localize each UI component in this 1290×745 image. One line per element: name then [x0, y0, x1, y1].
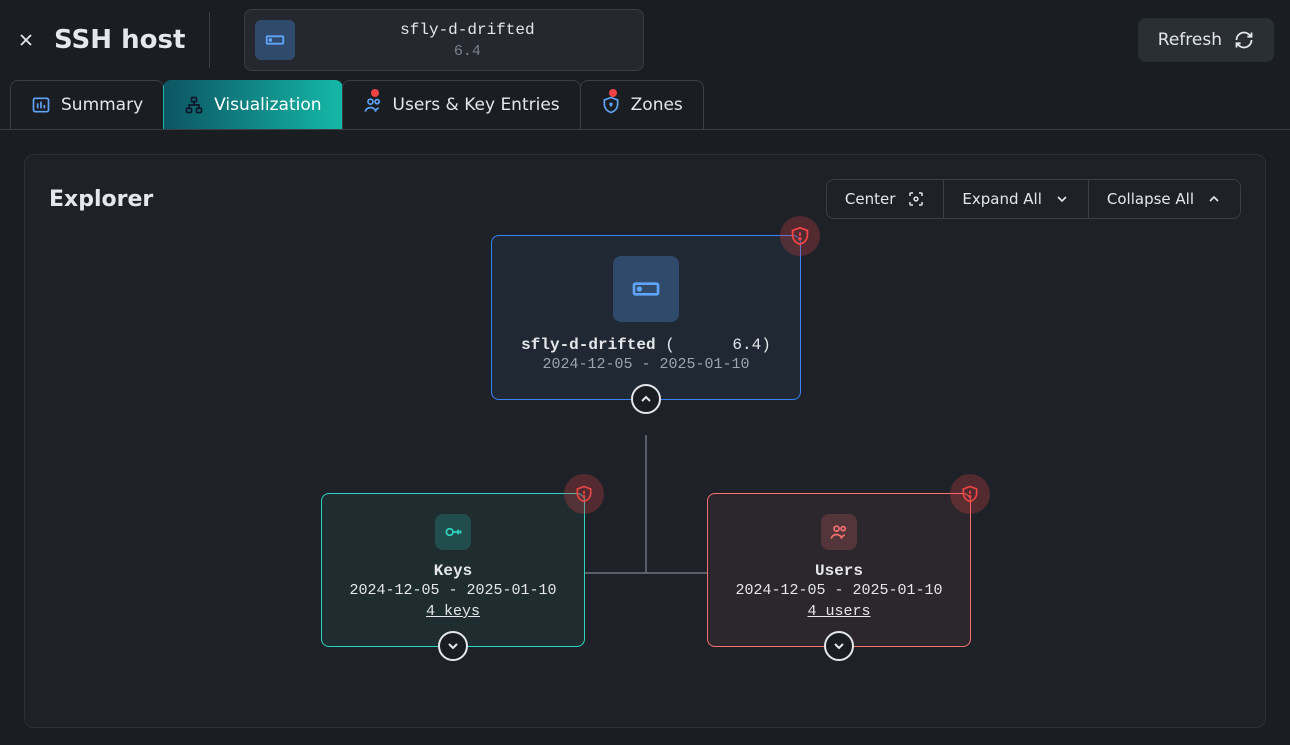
users-icon-box [821, 514, 857, 550]
panel-title: Explorer [49, 187, 153, 212]
close-icon [16, 30, 36, 50]
tab-visualization-label: Visualization [214, 95, 321, 115]
tab-zones-label: Zones [631, 95, 683, 115]
chevron-down-icon [831, 638, 847, 654]
refresh-button[interactable]: Refresh [1138, 18, 1274, 62]
node-users[interactable]: Users 2024-12-05 - 2025-01-10 4 users [707, 493, 971, 647]
header-left: SSH host [16, 12, 210, 68]
host-text: sfly-d-drifted 6.4 [309, 21, 625, 60]
node-keys[interactable]: Keys 2024-12-05 - 2025-01-10 4 keys [321, 493, 585, 647]
node-host-version: 6.4 [732, 336, 761, 354]
alert-badge [780, 216, 820, 256]
node-host-toggle[interactable] [631, 384, 661, 414]
expand-all-button[interactable]: Expand All [944, 180, 1088, 218]
alert-badge [564, 474, 604, 514]
key-icon [443, 522, 463, 542]
center-label: Center [845, 190, 896, 208]
node-keys-toggle[interactable] [438, 631, 468, 661]
node-host-title: sfly-d-drifted ( 6.4) [512, 336, 780, 354]
node-host-dates: 2024-12-05 - 2025-01-10 [512, 356, 780, 373]
node-host-name: sfly-d-drifted [521, 336, 655, 354]
server-icon [630, 273, 662, 305]
host-version: 6.4 [454, 43, 481, 60]
tabs: Summary Visualization Users & Key Entrie… [0, 80, 1290, 130]
tab-summary[interactable]: Summary [10, 80, 164, 129]
server-icon-box [255, 20, 295, 60]
summary-icon [31, 95, 51, 115]
tab-zones[interactable]: Zones [580, 80, 704, 129]
page-title: SSH host [54, 25, 185, 55]
graph-canvas[interactable]: sfly-d-drifted ( 6.4) 2024-12-05 - 2025-… [25, 225, 1265, 727]
explorer-toolbar: Center Expand All Collapse All [826, 179, 1241, 219]
chevron-up-icon [638, 391, 654, 407]
node-users-count-link[interactable]: 4 users [807, 603, 870, 620]
users-icon [363, 95, 383, 115]
chevron-up-icon [1206, 191, 1222, 207]
server-icon-box [613, 256, 679, 322]
tab-summary-label: Summary [61, 95, 143, 115]
key-icon-box [435, 514, 471, 550]
node-keys-title: Keys [434, 562, 472, 580]
alert-badge [950, 474, 990, 514]
shield-icon [601, 95, 621, 115]
shield-alert-icon [574, 484, 594, 504]
node-users-dates: 2024-12-05 - 2025-01-10 [728, 582, 950, 599]
alert-dot-icon [609, 89, 617, 97]
center-icon [907, 190, 925, 208]
users-icon [829, 522, 849, 542]
host-pill[interactable]: sfly-d-drifted 6.4 [244, 9, 644, 71]
expand-all-label: Expand All [962, 190, 1041, 208]
collapse-all-label: Collapse All [1107, 190, 1194, 208]
chevron-down-icon [445, 638, 461, 654]
node-keys-dates: 2024-12-05 - 2025-01-10 [342, 582, 564, 599]
tab-users-keys[interactable]: Users & Key Entries [342, 80, 581, 129]
node-host[interactable]: sfly-d-drifted ( 6.4) 2024-12-05 - 2025-… [491, 235, 801, 400]
close-button[interactable] [16, 30, 36, 50]
chevron-down-icon [1054, 191, 1070, 207]
header: SSH host sfly-d-drifted 6.4 Refresh [0, 0, 1290, 80]
host-name: sfly-d-drifted [400, 21, 534, 39]
collapse-all-button[interactable]: Collapse All [1089, 180, 1240, 218]
node-users-toggle[interactable] [824, 631, 854, 661]
alert-dot-icon [371, 89, 379, 97]
tab-users-keys-label: Users & Key Entries [393, 95, 560, 115]
node-users-title: Users [815, 562, 863, 580]
explorer-panel: Explorer Center Expand All Collapse All [24, 154, 1266, 728]
shield-alert-icon [789, 225, 811, 247]
panel-head: Explorer Center Expand All Collapse All [49, 179, 1241, 219]
refresh-icon [1234, 30, 1254, 50]
tab-visualization[interactable]: Visualization [163, 80, 342, 129]
refresh-label: Refresh [1158, 30, 1222, 50]
server-icon [264, 29, 286, 51]
shield-alert-icon [960, 484, 980, 504]
center-button[interactable]: Center [827, 180, 945, 218]
visualization-icon [184, 95, 204, 115]
node-keys-count-link[interactable]: 4 keys [426, 603, 480, 620]
